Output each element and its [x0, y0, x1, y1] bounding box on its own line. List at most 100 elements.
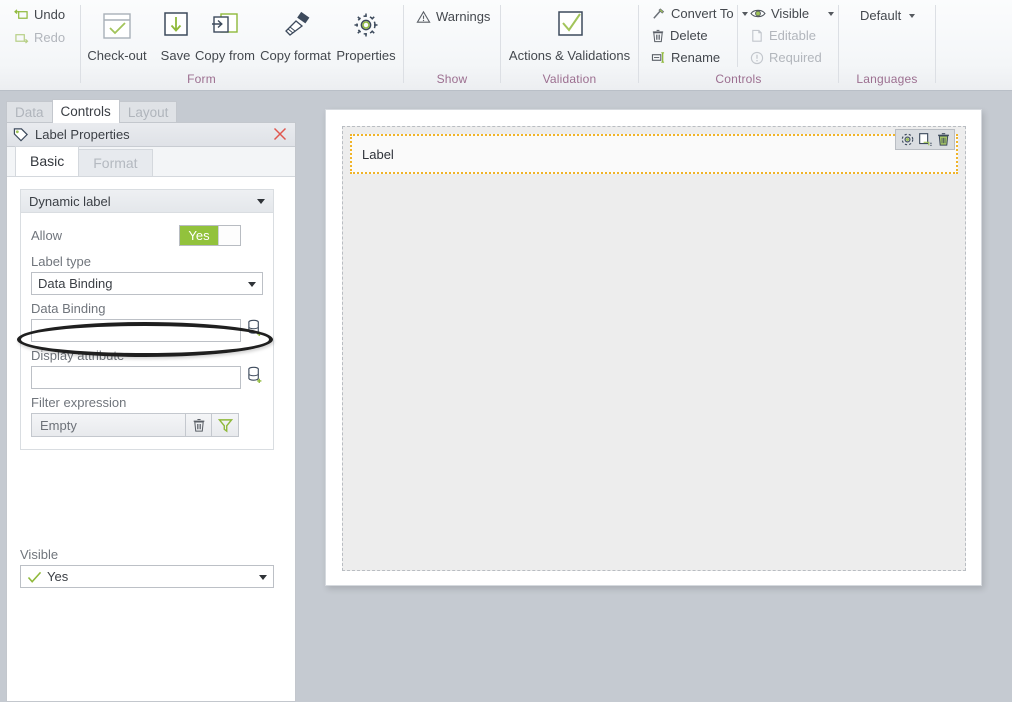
tab-controls[interactable]: Controls	[52, 99, 120, 123]
convert-to-button[interactable]: Convert To	[651, 6, 748, 21]
visible-label: Visible	[771, 6, 809, 21]
label-type-select[interactable]: Data Binding	[31, 272, 263, 295]
label-type-label: Label type	[31, 254, 263, 269]
ribbon-group-languages: Default Languages	[839, 0, 935, 90]
left-properties-pane: Data Controls Layout Label Properties Ba…	[0, 91, 302, 611]
properties-label: Properties	[332, 48, 400, 63]
pane-tab-strip: Data Controls Layout	[6, 99, 176, 123]
display-attribute-row	[31, 366, 263, 389]
label-control-text: Label	[362, 147, 394, 162]
trash-icon	[192, 418, 206, 433]
undo-button[interactable]: Undo	[14, 7, 65, 22]
display-attribute-input[interactable]	[31, 366, 241, 389]
warnings-button[interactable]: Warnings	[416, 9, 490, 24]
ribbon-group-label-show: Show	[404, 72, 500, 86]
required-exclamation-icon	[750, 51, 764, 65]
ribbon-group-label-form: Form	[0, 72, 403, 86]
copy-from-button[interactable]: Copy from	[192, 4, 258, 63]
visible-group: Visible Yes	[20, 547, 274, 588]
data-binding-input[interactable]	[31, 319, 241, 342]
chevron-down-icon	[248, 282, 256, 287]
allow-toggle[interactable]: Yes	[179, 225, 241, 246]
ribbon-group-label-controls: Controls	[639, 72, 838, 86]
delete-button[interactable]: Delete	[651, 28, 708, 43]
allow-toggle-knob	[218, 226, 240, 245]
actions-validations-label: Actions & Validations	[505, 48, 634, 63]
copy-format-button[interactable]: Copy format	[258, 4, 333, 63]
database-add-icon	[247, 319, 263, 337]
check-icon	[27, 571, 42, 584]
undo-label: Undo	[34, 7, 65, 22]
tab-layout[interactable]: Layout	[119, 101, 178, 123]
ribbon-group-controls: Convert To Delete Rename	[639, 0, 838, 90]
convert-to-label: Convert To	[671, 6, 734, 21]
filter-expression-label: Filter expression	[31, 395, 263, 410]
tab-data[interactable]: Data	[6, 101, 53, 123]
properties-subtabs: Basic Format	[7, 147, 295, 177]
display-attribute-picker-button[interactable]	[247, 366, 263, 389]
copy-from-label: Copy from	[192, 48, 258, 63]
default-language-button[interactable]: Default	[860, 8, 915, 23]
properties-title: Label Properties	[35, 127, 130, 142]
redo-button[interactable]: Redo	[14, 30, 65, 45]
chevron-down-icon	[257, 199, 265, 204]
eye-icon	[750, 7, 766, 20]
required-button[interactable]: Required	[750, 50, 822, 65]
form-drop-zone[interactable]: Label	[342, 126, 966, 571]
filter-expression-value[interactable]: Empty	[32, 414, 186, 436]
dynamic-label-section-body: Allow Yes Label type Data Binding Data B…	[21, 213, 273, 449]
label-control-toolbar	[895, 129, 955, 150]
editable-button[interactable]: Editable	[750, 28, 816, 43]
chevron-down-icon	[828, 12, 834, 16]
editable-label: Editable	[769, 28, 816, 43]
label-type-value: Data Binding	[38, 276, 112, 291]
display-attribute-label: Display attribute	[31, 348, 263, 363]
warning-triangle-icon	[416, 10, 431, 24]
dynamic-label-section: Dynamic label Allow Yes Label type Data …	[20, 189, 274, 450]
allow-toggle-value: Yes	[180, 226, 218, 245]
tag-icon	[13, 127, 29, 143]
undo-icon	[14, 8, 29, 21]
copy-from-icon	[192, 4, 258, 48]
visible-select[interactable]: Yes	[20, 565, 274, 588]
subtab-basic[interactable]: Basic	[15, 146, 79, 176]
subtab-format[interactable]: Format	[78, 149, 152, 176]
editable-page-icon	[750, 29, 764, 43]
chevron-down-icon	[742, 12, 748, 16]
data-binding-picker-button[interactable]	[247, 319, 263, 342]
gear-icon	[332, 4, 400, 48]
dynamic-label-section-title: Dynamic label	[29, 194, 111, 209]
convert-to-icon	[651, 7, 666, 21]
close-icon	[272, 126, 288, 142]
data-binding-row	[31, 319, 263, 342]
chevron-down-icon	[909, 14, 915, 18]
visible-field-label: Visible	[20, 547, 274, 562]
form-canvas-area: Label	[302, 91, 1012, 611]
filter-edit-button[interactable]	[212, 414, 238, 436]
rename-button[interactable]: Rename	[651, 50, 720, 65]
database-add-icon	[247, 366, 263, 384]
label-control-selected[interactable]: Label	[350, 134, 958, 174]
ribbon-toolbar: Undo Redo Check-out	[0, 0, 1012, 91]
ribbon-group-label-validation: Validation	[501, 72, 638, 86]
control-delete-button[interactable]	[935, 132, 951, 148]
check-out-label: Check-out	[85, 48, 149, 63]
form-sheet: Label	[325, 109, 982, 586]
filter-clear-button[interactable]	[186, 414, 212, 436]
data-binding-label: Data Binding	[31, 301, 263, 316]
dynamic-label-section-header[interactable]: Dynamic label	[21, 190, 273, 213]
gear-icon	[900, 132, 915, 147]
redo-label: Redo	[34, 30, 65, 45]
properties-button[interactable]: Properties	[332, 4, 400, 63]
actions-validations-button[interactable]: Actions & Validations	[505, 4, 634, 63]
copy-format-label: Copy format	[258, 48, 333, 63]
funnel-icon	[218, 418, 233, 433]
rename-icon	[651, 51, 666, 64]
check-out-button[interactable]: Check-out	[85, 4, 149, 63]
delete-label: Delete	[670, 28, 708, 43]
trash-icon	[651, 29, 665, 43]
control-settings-button[interactable]	[899, 132, 915, 148]
control-duplicate-button[interactable]	[917, 132, 933, 148]
visible-toggle-button[interactable]: Visible	[750, 6, 834, 21]
close-button[interactable]	[272, 126, 288, 142]
